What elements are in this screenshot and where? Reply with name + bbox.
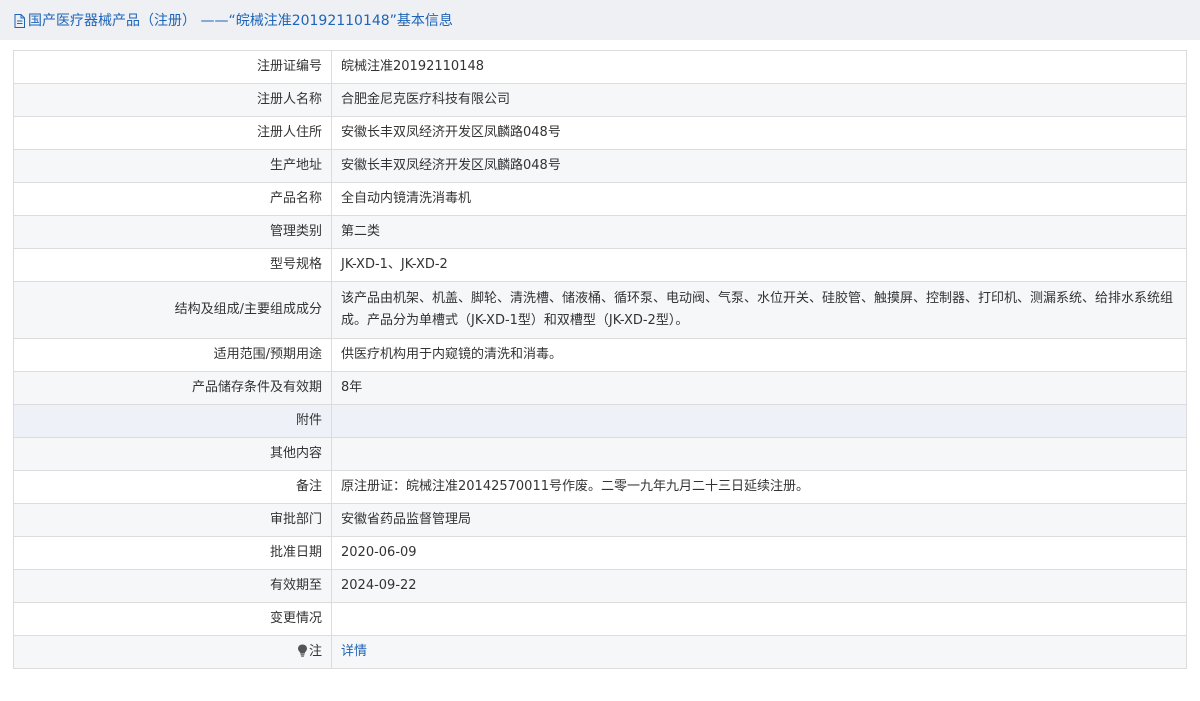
row-value: 全自动内镜清洗消毒机	[331, 182, 1187, 216]
row-value	[331, 602, 1187, 636]
document-icon	[14, 14, 25, 28]
table-row-registrant-name: 注册人名称 合肥金尼克医疗科技有限公司	[13, 83, 1187, 117]
row-value: 该产品由机架、机盖、脚轮、清洗槽、储液桶、循环泵、电动阀、气泵、水位开关、硅胶管…	[331, 281, 1187, 339]
table-row-model-spec: 型号规格 JK-XD-1、JK-XD-2	[13, 248, 1187, 282]
row-label: 产品名称	[13, 182, 332, 216]
row-value: 原注册证：皖械注准20142570011号作废。二零一九年九月二十三日延续注册。	[331, 470, 1187, 504]
row-value: 安徽长丰双凤经济开发区凤麟路048号	[331, 149, 1187, 183]
row-label: 适用范围/预期用途	[13, 338, 332, 372]
page-header: 国产医疗器械产品（注册） ——“皖械注准20192110148”基本信息	[0, 0, 1200, 40]
row-label: 注册证编号	[13, 50, 332, 84]
table-row-note: 注 详情	[13, 635, 1187, 669]
row-value: 合肥金尼克医疗科技有限公司	[331, 83, 1187, 117]
page-title: 国产医疗器械产品（注册） ——“皖械注准20192110148”基本信息	[28, 13, 453, 29]
row-label: 批准日期	[13, 536, 332, 570]
table-row-approval-date: 批准日期 2020-06-09	[13, 536, 1187, 570]
table-row-change-status: 变更情况	[13, 602, 1187, 636]
table-row-valid-until: 有效期至 2024-09-22	[13, 569, 1187, 603]
table-row-production-address: 生产地址 安徽长丰双凤经济开发区凤麟路048号	[13, 149, 1187, 183]
table-row-attachments: 附件	[13, 404, 1187, 438]
table-row-other-content: 其他内容	[13, 437, 1187, 471]
row-value: 第二类	[331, 215, 1187, 249]
row-label: 结构及组成/主要组成成分	[13, 281, 332, 339]
row-label: 有效期至	[13, 569, 332, 603]
row-label: 注册人住所	[13, 116, 332, 150]
info-table: 注册证编号 皖械注准20192110148 注册人名称 合肥金尼克医疗科技有限公…	[13, 50, 1187, 669]
row-label: 备注	[13, 470, 332, 504]
row-label: 变更情况	[13, 602, 332, 636]
row-label: 其他内容	[13, 437, 332, 471]
table-row-registrant-address: 注册人住所 安徽长丰双凤经济开发区凤麟路048号	[13, 116, 1187, 150]
row-value: 皖械注准20192110148	[331, 50, 1187, 84]
details-link[interactable]: 详情	[341, 644, 367, 659]
row-label: 生产地址	[13, 149, 332, 183]
row-label: 型号规格	[13, 248, 332, 282]
table-row-product-name: 产品名称 全自动内镜清洗消毒机	[13, 182, 1187, 216]
note-label: 注	[308, 644, 322, 659]
row-value: 供医疗机构用于内窥镜的清洗和消毒。	[331, 338, 1187, 372]
row-value: 2020-06-09	[331, 536, 1187, 570]
table-row-remarks: 备注 原注册证：皖械注准20142570011号作废。二零一九年九月二十三日延续…	[13, 470, 1187, 504]
row-label: 产品储存条件及有效期	[13, 371, 332, 405]
note-label-cell: 注	[13, 635, 332, 669]
row-value: 安徽省药品监督管理局	[331, 503, 1187, 537]
row-value: 8年	[331, 371, 1187, 405]
row-value: 2024-09-22	[331, 569, 1187, 603]
row-label: 注册人名称	[13, 83, 332, 117]
table-row-approval-department: 审批部门 安徽省药品监督管理局	[13, 503, 1187, 537]
page: 国产医疗器械产品（注册） ——“皖械注准20192110148”基本信息 注册证…	[0, 0, 1200, 701]
row-label: 管理类别	[13, 215, 332, 249]
table-row-structure-composition: 结构及组成/主要组成成分 该产品由机架、机盖、脚轮、清洗槽、储液桶、循环泵、电动…	[13, 281, 1187, 339]
table-row-intended-use: 适用范围/预期用途 供医疗机构用于内窥镜的清洗和消毒。	[13, 338, 1187, 372]
row-value: JK-XD-1、JK-XD-2	[331, 248, 1187, 282]
row-label: 附件	[13, 404, 332, 438]
row-label: 审批部门	[13, 503, 332, 537]
note-value-cell: 详情	[331, 635, 1187, 669]
lightbulb-icon	[297, 643, 308, 657]
info-panel: 注册证编号 皖械注准20192110148 注册人名称 合肥金尼克医疗科技有限公…	[0, 40, 1200, 669]
table-row-registration-number: 注册证编号 皖械注准20192110148	[13, 50, 1187, 84]
table-row-storage-validity: 产品储存条件及有效期 8年	[13, 371, 1187, 405]
row-value: 安徽长丰双凤经济开发区凤麟路048号	[331, 116, 1187, 150]
table-row-management-category: 管理类别 第二类	[13, 215, 1187, 249]
row-value	[331, 437, 1187, 471]
row-value	[331, 404, 1187, 438]
